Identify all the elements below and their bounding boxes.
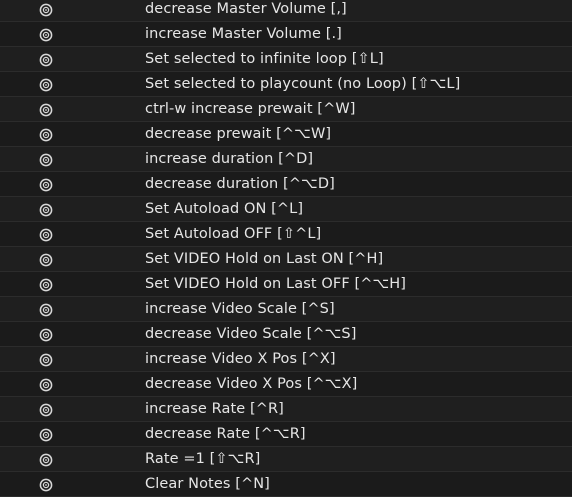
target-radio-icon[interactable] (39, 127, 53, 142)
list-item-label: Rate =1 [⇧⌥R] (145, 451, 261, 467)
list-item-label: increase Video X Pos [^X] (145, 351, 336, 367)
list-item-label: increase Video Scale [^S] (145, 301, 335, 317)
target-radio-icon[interactable] (39, 327, 53, 342)
list-item-label: decrease Video Scale [^⌥S] (145, 326, 357, 342)
target-radio-icon[interactable] (39, 202, 53, 217)
target-radio-icon[interactable] (39, 452, 53, 467)
list-item-label: increase duration [^D] (145, 151, 314, 167)
list-item[interactable]: decrease Rate [^⌥R] (0, 422, 572, 447)
list-item[interactable]: increase Master Volume [.] (0, 22, 572, 47)
list-item[interactable]: increase Video X Pos [^X] (0, 347, 572, 372)
target-radio-icon[interactable] (39, 177, 53, 192)
list-item-label: decrease Master Volume [,] (145, 1, 347, 17)
target-radio-icon[interactable] (39, 302, 53, 317)
list-item-label: Clear Notes [^N] (145, 476, 270, 492)
list-item-label: Set selected to playcount (no Loop) [⇧⌥L… (145, 76, 461, 92)
target-radio-icon[interactable] (39, 2, 53, 17)
list-item[interactable]: decrease Master Volume [,] (0, 0, 572, 22)
shortcut-list: decrease Master Volume [,] increase Mast… (0, 0, 572, 497)
target-radio-icon[interactable] (39, 252, 53, 267)
list-item[interactable]: Set Autoload ON [^L] (0, 197, 572, 222)
target-radio-icon[interactable] (39, 102, 53, 117)
target-radio-icon[interactable] (39, 227, 53, 242)
list-item[interactable]: decrease duration [^⌥D] (0, 172, 572, 197)
list-item[interactable]: ctrl-w increase prewait [^W] (0, 97, 572, 122)
list-item-label: Set selected to infinite loop [⇧L] (145, 51, 384, 67)
list-item[interactable]: increase duration [^D] (0, 147, 572, 172)
list-item-label: Set Autoload OFF [⇧^L] (145, 226, 322, 242)
target-radio-icon[interactable] (39, 377, 53, 392)
list-item-label: decrease duration [^⌥D] (145, 176, 335, 192)
list-item[interactable]: decrease prewait [^⌥W] (0, 122, 572, 147)
target-radio-icon[interactable] (39, 52, 53, 67)
list-item-label: Set VIDEO Hold on Last ON [^H] (145, 251, 384, 267)
list-item-label: Set Autoload ON [^L] (145, 201, 304, 217)
list-item[interactable]: increase Video Scale [^S] (0, 297, 572, 322)
list-item-label: Set VIDEO Hold on Last OFF [^⌥H] (145, 276, 407, 292)
list-item[interactable]: Set Autoload OFF [⇧^L] (0, 222, 572, 247)
list-item[interactable]: Set selected to infinite loop [⇧L] (0, 47, 572, 72)
list-item-label: increase Master Volume [.] (145, 26, 342, 42)
target-radio-icon[interactable] (39, 427, 53, 442)
list-item[interactable]: Set selected to playcount (no Loop) [⇧⌥L… (0, 72, 572, 97)
list-item[interactable]: increase Rate [^R] (0, 397, 572, 422)
list-item[interactable]: Set VIDEO Hold on Last ON [^H] (0, 247, 572, 272)
list-item[interactable]: Rate =1 [⇧⌥R] (0, 447, 572, 472)
target-radio-icon[interactable] (39, 402, 53, 417)
target-radio-icon[interactable] (39, 277, 53, 292)
list-item[interactable]: Clear Notes [^N] (0, 472, 572, 497)
list-item[interactable]: decrease Video Scale [^⌥S] (0, 322, 572, 347)
list-item[interactable]: decrease Video X Pos [^⌥X] (0, 372, 572, 397)
target-radio-icon[interactable] (39, 77, 53, 92)
list-item-label: decrease prewait [^⌥W] (145, 126, 332, 142)
target-radio-icon[interactable] (39, 477, 53, 492)
target-radio-icon[interactable] (39, 352, 53, 367)
target-radio-icon[interactable] (39, 27, 53, 42)
list-item[interactable]: Set VIDEO Hold on Last OFF [^⌥H] (0, 272, 572, 297)
list-item-label: increase Rate [^R] (145, 401, 284, 417)
list-item-label: ctrl-w increase prewait [^W] (145, 101, 356, 117)
list-item-label: decrease Video X Pos [^⌥X] (145, 376, 358, 392)
list-item-label: decrease Rate [^⌥R] (145, 426, 306, 442)
target-radio-icon[interactable] (39, 152, 53, 167)
